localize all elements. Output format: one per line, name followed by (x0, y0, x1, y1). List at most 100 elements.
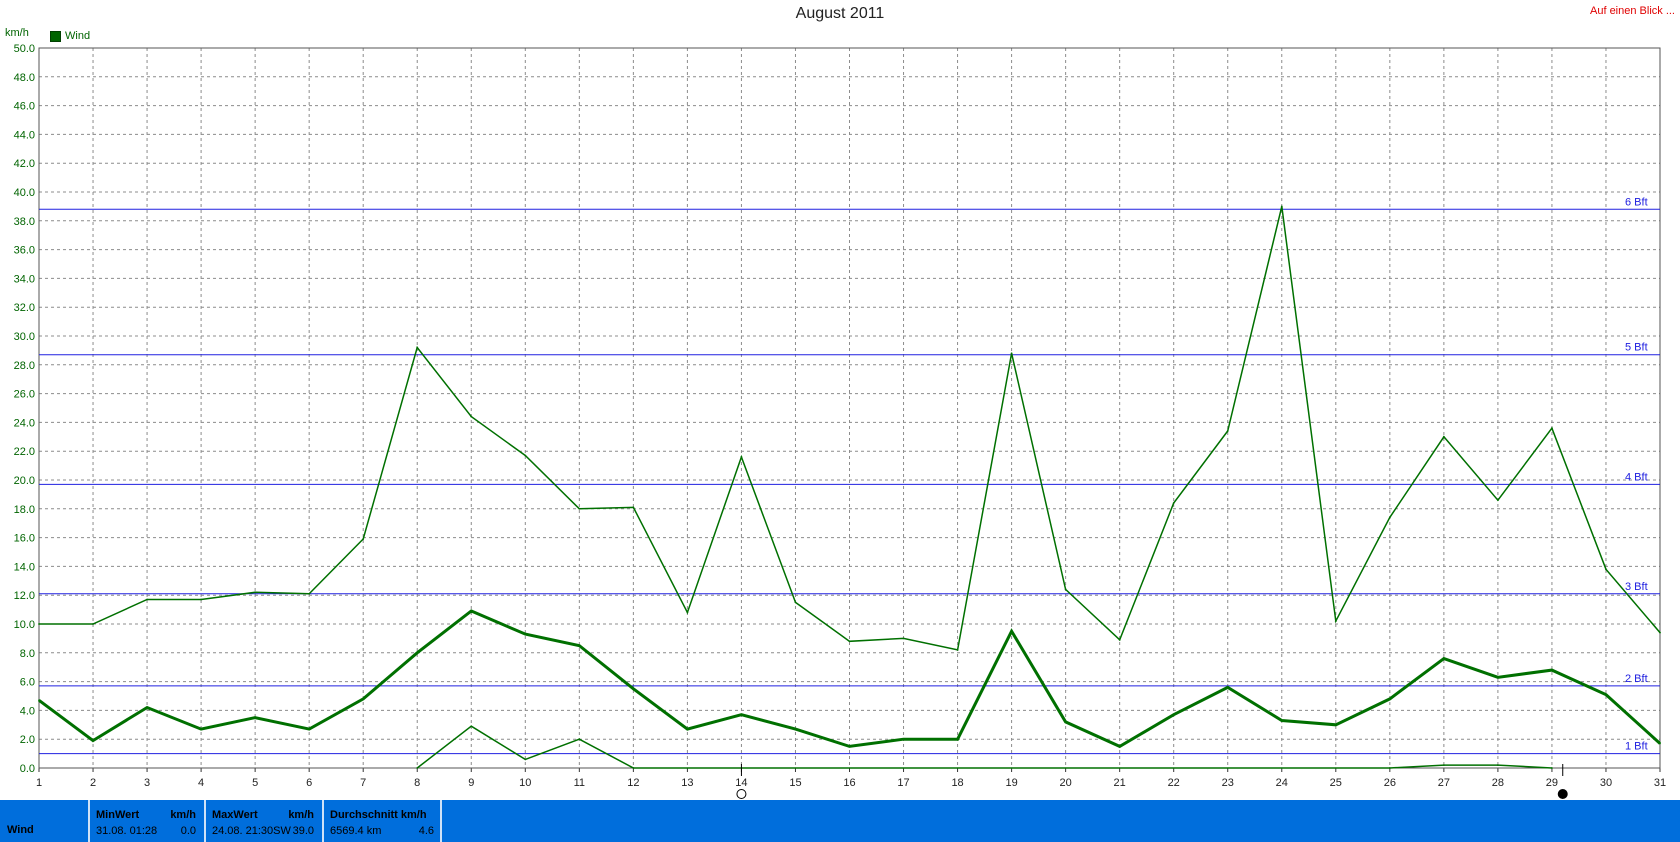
x-tick-label: 10 (519, 777, 531, 789)
legend: Wind (50, 30, 90, 42)
data-point (1010, 630, 1013, 633)
data-point (578, 507, 581, 510)
max-value: 39.0 (292, 825, 314, 837)
x-tick-label: 29 (1546, 777, 1558, 789)
x-tick-label: 2 (90, 777, 96, 789)
y-tick-label: 40.0 (14, 187, 35, 199)
overview-link[interactable]: Auf einen Blick ... (1590, 5, 1675, 17)
y-tick-label: 32.0 (14, 302, 35, 314)
data-point (254, 716, 257, 719)
y-tick-label: 2.0 (20, 734, 35, 746)
y-tick-label: 36.0 (14, 245, 35, 257)
data-point (1605, 693, 1607, 696)
x-tick-label: 24 (1276, 777, 1288, 789)
x-tick-label: 20 (1060, 777, 1072, 789)
data-point (1605, 568, 1607, 571)
x-tick-label: 5 (252, 777, 258, 789)
data-point (524, 633, 527, 635)
y-tick-label: 6.0 (20, 677, 35, 689)
y-tick-label: 0.0 (20, 763, 35, 775)
data-point (1064, 588, 1067, 591)
stats-footer: Wind MinWert km/h 31.08. 01:28 0.0 MaxWe… (0, 800, 1680, 842)
beaufort-label: 2 Bft (1625, 673, 1648, 685)
data-point (794, 601, 797, 604)
data-point (740, 713, 743, 716)
data-point (578, 738, 581, 741)
data-point (524, 758, 527, 761)
y-tick-label: 14.0 (14, 561, 35, 573)
x-tick-label: 31 (1654, 777, 1666, 789)
data-point (146, 706, 148, 709)
average-distance: 6569.4 km (330, 825, 382, 837)
data-point (902, 738, 905, 741)
max-time: 24.08. 21:30SW (212, 825, 291, 837)
x-tick-label: 15 (789, 777, 801, 789)
data-point (1280, 719, 1283, 722)
y-tick-label: 46.0 (14, 101, 35, 113)
y-tick-label: 16.0 (14, 533, 35, 545)
y-tick-label: 30.0 (14, 331, 35, 343)
x-tick-label: 19 (1005, 777, 1017, 789)
chart-title: August 2011 (795, 5, 885, 22)
x-tick-label: 12 (627, 777, 639, 789)
y-tick-label: 8.0 (20, 648, 35, 660)
data-point (956, 738, 959, 741)
data-point (470, 415, 473, 418)
x-tick-label: 17 (897, 777, 909, 789)
beaufort-label: 1 Bft (1625, 741, 1648, 753)
y-tick-label: 44.0 (14, 129, 35, 141)
x-tick-label: 7 (360, 777, 366, 789)
data-point (1172, 713, 1175, 716)
min-unit: km/h (170, 809, 196, 821)
data-point (1118, 638, 1121, 641)
x-tick-label: 30 (1600, 777, 1612, 789)
data-point (470, 610, 473, 612)
data-point (794, 728, 797, 731)
y-tick-label: 48.0 (14, 72, 35, 84)
y-tick-label: 18.0 (14, 504, 35, 516)
data-point (1497, 499, 1499, 502)
data-point (1551, 427, 1553, 430)
data-point (308, 592, 311, 595)
beaufort-label: 3 Bft (1625, 581, 1648, 593)
data-point (38, 699, 40, 702)
data-point (848, 640, 851, 643)
data-point (956, 649, 959, 651)
y-axis-unit: km/h (5, 27, 29, 39)
data-point (848, 745, 851, 748)
y-tick-label: 22.0 (14, 446, 35, 458)
max-header: MaxWert (212, 809, 258, 821)
data-point (1064, 721, 1067, 723)
x-tick-label: 23 (1222, 777, 1234, 789)
data-point (1551, 669, 1553, 671)
data-point (362, 697, 365, 700)
new-moon-icon (1557, 789, 1568, 799)
x-tick-label: 26 (1384, 777, 1396, 789)
data-point (1334, 723, 1337, 726)
min-value: 0.0 (180, 825, 196, 837)
data-point (1388, 516, 1391, 519)
x-tick-label: 3 (144, 777, 150, 789)
data-point (1172, 502, 1175, 504)
x-tick-label: 18 (951, 777, 963, 789)
data-point (1118, 745, 1121, 748)
full-moon-icon (736, 789, 747, 799)
average-cell: Durchschnitt km/h 6569.4 km 4.6 (322, 800, 442, 842)
x-tick-label: 4 (198, 777, 204, 789)
x-tick-label: 25 (1330, 777, 1342, 789)
beaufort-label: 6 Bft (1625, 196, 1648, 208)
chart-canvas: 0.0 2.0 4.0 6.0 8.0 10.0 12.0 14.0 16.0 18.0 20.0 2… (14, 43, 1666, 799)
y-tick-label: 24.0 (14, 417, 35, 429)
data-point (254, 591, 257, 594)
y-tick-label: 38.0 (14, 216, 35, 228)
stats-row-label: Wind (7, 824, 34, 836)
x-tick-label: 21 (1114, 777, 1126, 789)
data-point (92, 739, 94, 742)
x-tick-label: 6 (306, 777, 312, 789)
data-point (38, 623, 40, 625)
data-point (632, 767, 635, 769)
data-point (146, 598, 148, 601)
data-point (1551, 767, 1553, 769)
beaufort-label: 4 Bft (1625, 471, 1648, 483)
x-tick-label: 16 (843, 777, 855, 789)
